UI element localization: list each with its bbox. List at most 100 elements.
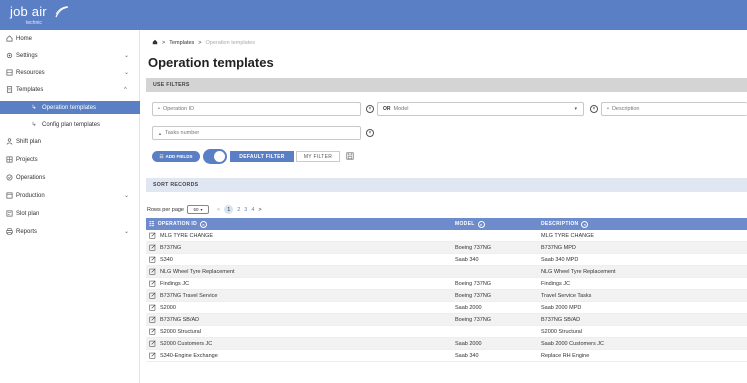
sidebar-item-label: Operations — [16, 174, 46, 181]
sidebar-item-settings[interactable]: Settings ⌄ — [0, 49, 140, 62]
table-row[interactable]: S2000 Saab 2000 Saab 2000 MPD — [146, 302, 747, 314]
document-icon — [5, 86, 13, 94]
edit-icon[interactable] — [149, 328, 156, 337]
edit-icon[interactable] — [149, 244, 156, 253]
table-row[interactable]: S2000 Structural S2000 Structural — [146, 326, 747, 338]
column-label: MODEL — [455, 221, 475, 227]
cell-operation-id: S2000 Customers JC — [160, 341, 213, 347]
sort-records-header[interactable]: SORT RECORDS — [146, 178, 747, 192]
default-filter-button[interactable]: DEFAULT FILTER — [230, 151, 294, 162]
table-row[interactable]: B737NG Boeing 737NG B737NG MPD — [146, 242, 747, 254]
edit-icon[interactable] — [149, 304, 156, 313]
table-row[interactable]: NLG Wheel Tyre Replacement NLG Wheel Tyre… — [146, 266, 747, 278]
cell-description: Saab 340 MPD — [541, 257, 579, 263]
clear-operation-id-icon[interactable]: × — [366, 105, 374, 113]
sidebar-item-templates[interactable]: Templates ^ — [0, 83, 140, 96]
cell-operation-id: B737NG — [160, 245, 182, 251]
table-settings-icon[interactable]: ☷ — [149, 221, 155, 228]
clear-tasks-number-icon[interactable]: × — [366, 129, 374, 137]
sidebar-item-label: Shift plan — [16, 138, 42, 145]
cell-model: Saab 340 — [455, 353, 479, 359]
edit-icon[interactable] — [149, 340, 156, 349]
table-row[interactable]: S340 Saab 340 Saab 340 MPD — [146, 254, 747, 266]
cell-description: Findings JC — [541, 281, 571, 287]
table-row[interactable]: B737NG Travel Service Boeing 737NG Travel … — [146, 290, 747, 302]
cell-description: S2000 Structural — [541, 329, 582, 335]
column-header-description[interactable]: DESCRIPTION × — [541, 218, 589, 230]
top-bar: job air technic — [0, 0, 747, 30]
add-fields-label: ADD FIELDS — [165, 154, 193, 159]
edit-icon[interactable] — [149, 232, 156, 241]
edit-icon[interactable] — [149, 352, 156, 361]
operation-id-input[interactable]: • Operation ID — [152, 102, 361, 116]
sidebar-item-label: Config plan templates — [42, 121, 101, 128]
sidebar-item-reports[interactable]: Reports ⌄ — [0, 225, 140, 238]
rows-per-page-select[interactable]: 50 ▾ — [187, 205, 209, 214]
cell-operation-id: S2000 Structural — [160, 329, 201, 335]
my-filter-button[interactable]: MY FILTER — [296, 151, 340, 162]
remove-column-icon[interactable]: × — [477, 220, 485, 228]
sidebar-item-home[interactable]: Home — [0, 32, 140, 45]
cell-description: Saab 2000 Customers JC — [541, 341, 604, 347]
next-page-button[interactable]: > — [258, 207, 261, 213]
sidebar-item-resources[interactable]: Resources ⌄ — [0, 66, 140, 79]
add-fields-button[interactable]: ☷ ADD FIELDS — [152, 151, 200, 162]
chevron-down-icon: ⌄ — [124, 53, 130, 59]
home-icon[interactable] — [152, 39, 158, 47]
remove-column-icon[interactable]: × — [581, 220, 589, 228]
filter-toggle[interactable] — [203, 149, 227, 164]
cell-operation-id: B737NG Travel Service — [160, 293, 218, 299]
edit-icon[interactable] — [149, 316, 156, 325]
model-select[interactable]: OR Model ▾ — [377, 102, 584, 116]
table-row[interactable]: MLG TYRE CHANGE MLG TYRE CHANGE — [146, 230, 747, 242]
page-button-2[interactable]: 2 — [237, 207, 240, 213]
sidebar-item-operation-templates[interactable]: ↳ Operation templates — [0, 101, 140, 114]
cell-description: Travel Service Tasks — [541, 293, 592, 299]
sidebar: Home Settings ⌄ Resources ⌄ Templates ^ … — [0, 30, 140, 383]
tasks-number-input[interactable]: ▲ Tasks number — [152, 126, 361, 140]
edit-icon[interactable] — [149, 292, 156, 301]
cell-model: Boeing 737NG — [455, 281, 492, 287]
sidebar-item-operations[interactable]: Operations — [0, 171, 140, 184]
grid-icon: ☷ — [159, 153, 164, 159]
edit-icon[interactable] — [149, 280, 156, 289]
rows-per-page-value: 50 — [193, 207, 199, 212]
home-icon — [5, 35, 13, 43]
description-input[interactable]: • Description — [601, 102, 747, 116]
page-button-4[interactable]: 4 — [251, 207, 254, 213]
required-dot-icon: • — [158, 106, 160, 112]
remove-column-icon[interactable]: × — [200, 220, 208, 228]
projects-icon — [5, 156, 13, 164]
page-button-1[interactable]: 1 — [224, 205, 234, 214]
main-content: > Templates > Operation templates Operat… — [141, 30, 747, 383]
sidebar-item-config-plan-templates[interactable]: ↳ Config plan templates — [0, 118, 140, 131]
edit-icon[interactable] — [149, 256, 156, 265]
table-row[interactable]: S340-Engine Exchange Saab 340 Replace RH E… — [146, 350, 747, 362]
table-header: ☷ OPERATION ID × MODEL × DESCRIPTION × — [146, 218, 747, 230]
sidebar-item-label: Operation templates — [42, 104, 97, 111]
page-button-3[interactable]: 3 — [244, 207, 247, 213]
column-header-model[interactable]: MODEL × — [455, 218, 485, 230]
table-row[interactable]: S2000 Customers JC Saab 2000 Saab 2000 Cus… — [146, 338, 747, 350]
prev-page-button[interactable]: < — [217, 207, 220, 213]
sidebar-item-projects[interactable]: Projects — [0, 153, 140, 166]
use-filters-header[interactable]: USE FILTERS — [146, 78, 747, 92]
clear-model-icon[interactable]: × — [590, 105, 598, 113]
sidebar-item-shift-plan[interactable]: Shift plan — [0, 135, 140, 148]
cell-description: MLG TYRE CHANGE — [541, 233, 595, 239]
table-row[interactable]: Findings JC Boeing 737NG Findings JC — [146, 278, 747, 290]
app-logo[interactable]: job air technic — [10, 5, 69, 26]
sidebar-item-production[interactable]: Production ⌄ — [0, 189, 140, 202]
breadcrumb-templates[interactable]: Templates — [169, 40, 194, 46]
cell-model: Boeing 737NG — [455, 317, 492, 323]
cell-model: Saab 2000 — [455, 341, 482, 347]
save-icon[interactable] — [346, 152, 354, 162]
breadcrumb-current: Operation templates — [205, 40, 256, 46]
table-row[interactable]: B737NG SB/AD Boeing 737NG B737NG SB/AD — [146, 314, 747, 326]
column-header-operation-id[interactable]: ☷ OPERATION ID × — [149, 218, 208, 230]
sidebar-item-slot-plan[interactable]: Slot plan — [0, 207, 140, 220]
chevron-down-icon: ⌄ — [124, 70, 130, 76]
edit-icon[interactable] — [149, 268, 156, 277]
sidebar-item-label: Home — [16, 35, 33, 42]
chevron-down-icon: ⌄ — [124, 229, 130, 235]
